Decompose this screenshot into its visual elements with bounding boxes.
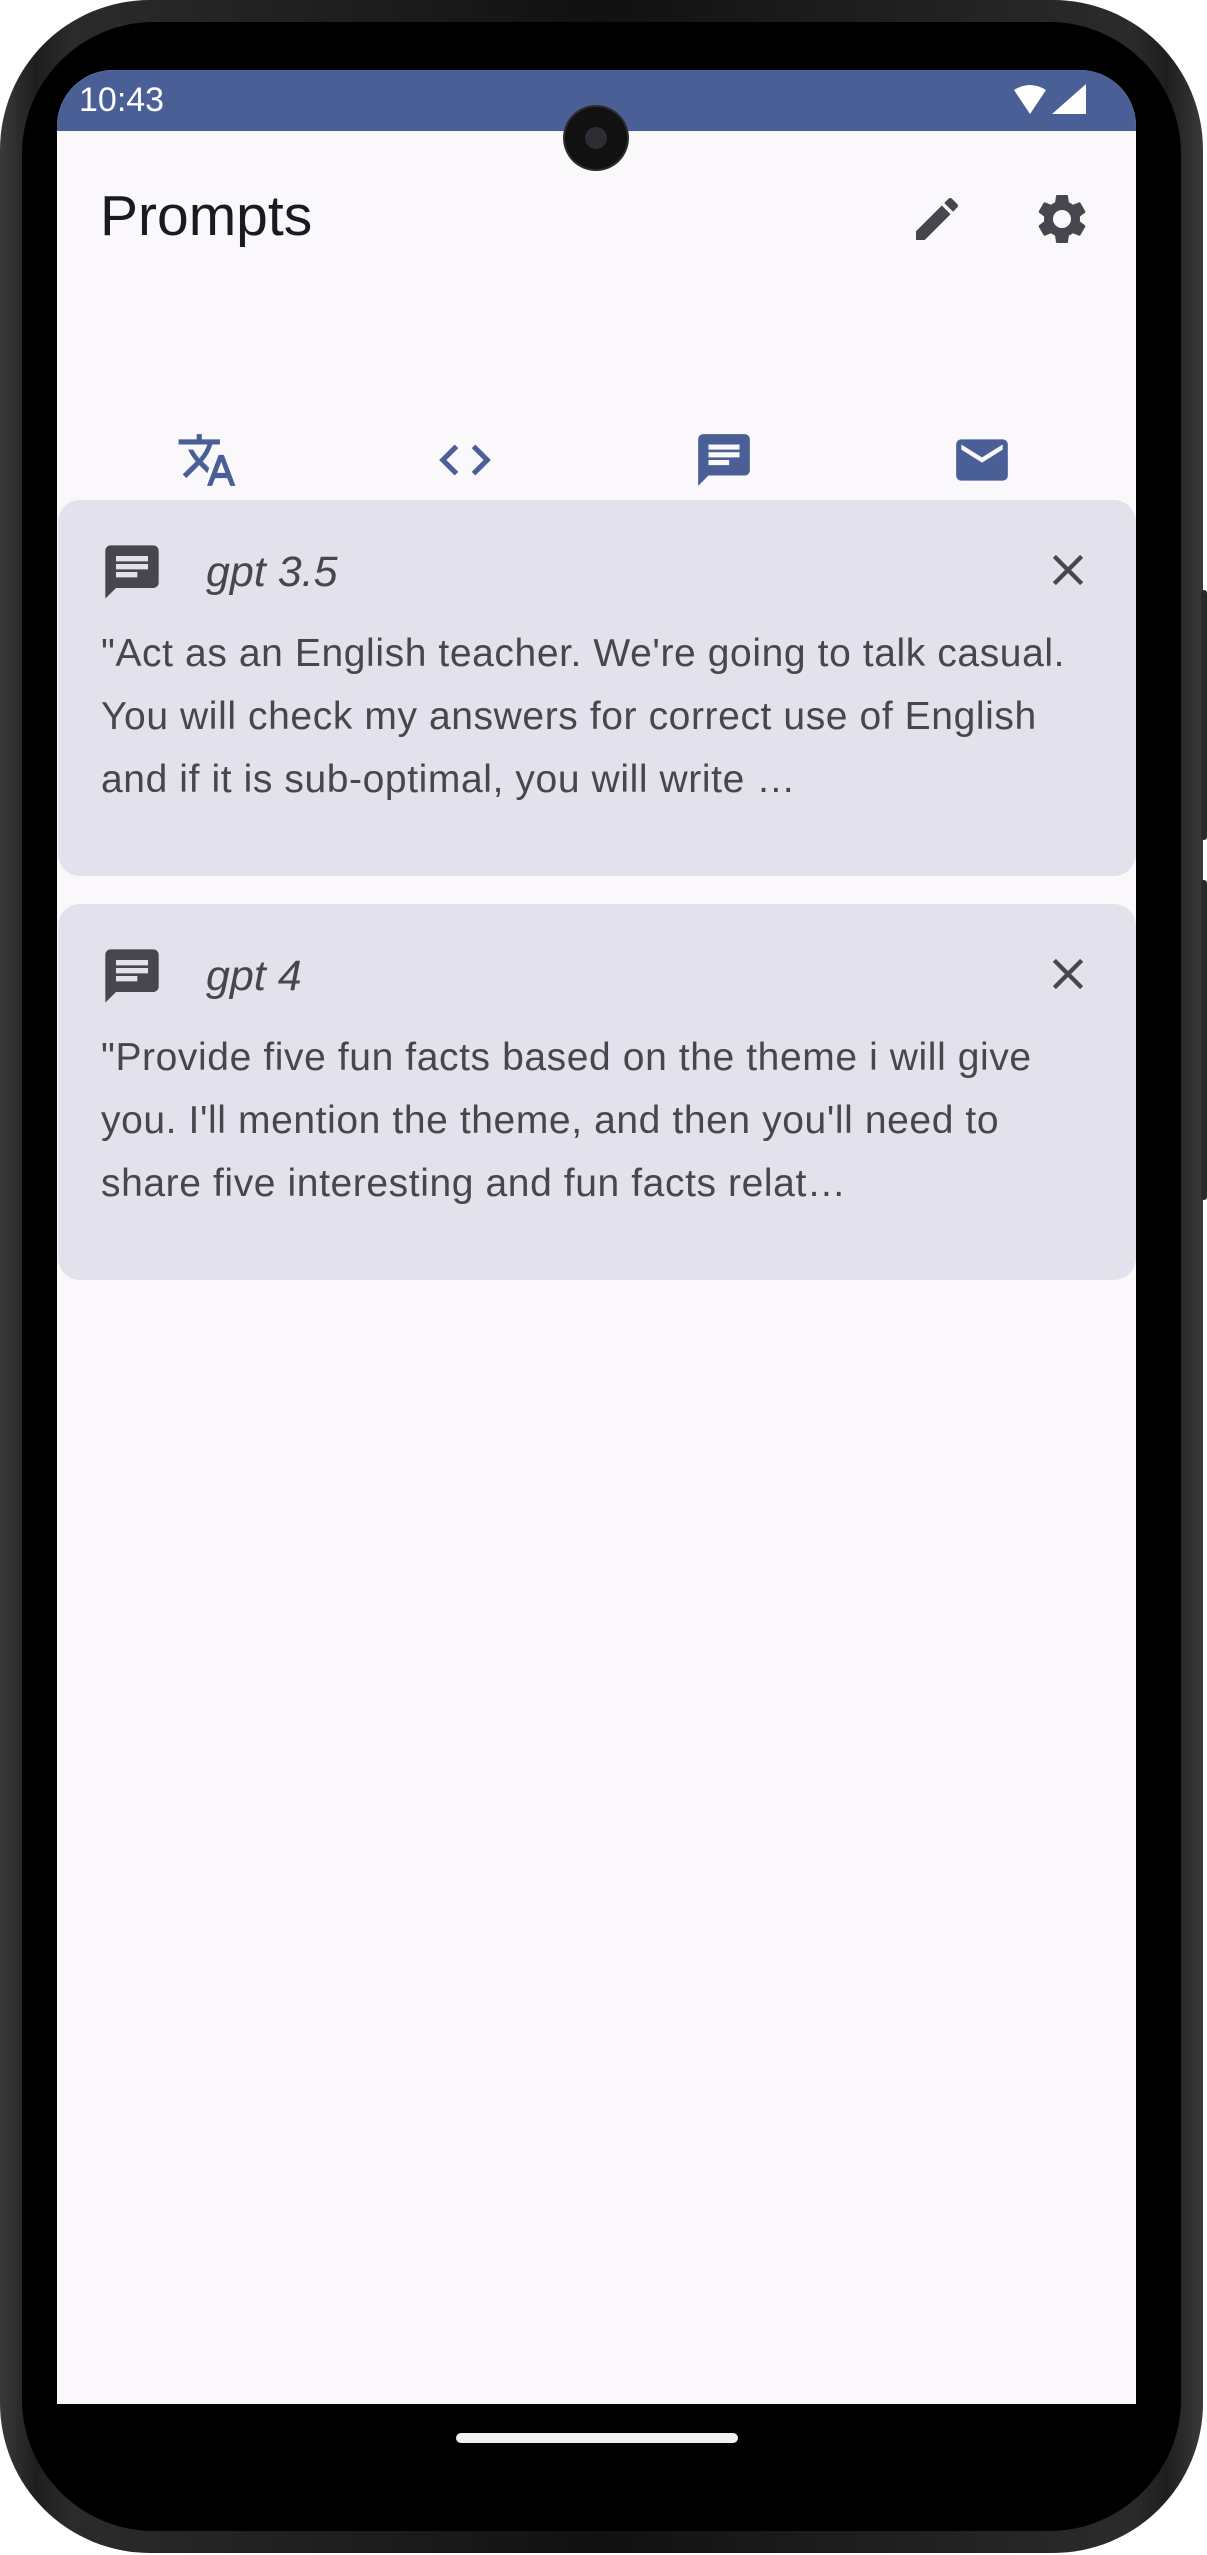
home-gesture-handle[interactable] [456, 2433, 738, 2443]
status-time: 10:43 [79, 81, 165, 119]
signal-icon [1052, 84, 1086, 114]
translate-icon [178, 434, 236, 486]
tab-translate[interactable] [78, 408, 336, 512]
chat-icon [105, 545, 159, 599]
prompt-text: "Act as an English teacher. We're going … [101, 632, 1066, 801]
settings-icon [1038, 194, 1086, 243]
front-camera [565, 107, 627, 169]
volume-button [1201, 590, 1207, 840]
mail-icon [956, 439, 1008, 481]
power-button [1201, 880, 1207, 1200]
edit-button[interactable] [902, 184, 972, 254]
prompt-model: gpt 4 [206, 952, 302, 1000]
tab-mail[interactable] [853, 408, 1111, 512]
status-icons [1014, 84, 1086, 114]
prompt-model: gpt 3.5 [206, 548, 338, 596]
settings-button[interactable] [1027, 184, 1097, 254]
tab-code[interactable] [336, 408, 594, 512]
tab-chat[interactable] [595, 408, 853, 512]
screen: 10:43 Prompts gpt 3.5 "Act as an English… [57, 70, 1136, 2465]
wifi-icon [1014, 85, 1046, 114]
edit-icon [916, 197, 959, 240]
delete-prompt-button[interactable] [1036, 942, 1100, 1006]
code-icon [439, 444, 491, 476]
tab-bar [78, 408, 1115, 514]
close-icon [1052, 554, 1084, 586]
prompt-card[interactable]: gpt 3.5 "Act as an English teacher. We'r… [58, 500, 1136, 876]
delete-prompt-button[interactable] [1036, 538, 1100, 602]
close-icon [1052, 958, 1084, 990]
page-title: Prompts [100, 184, 313, 248]
prompt-card[interactable]: gpt 4 "Provide five fun facts based on t… [58, 904, 1136, 1280]
device-frame: 10:43 Prompts gpt 3.5 "Act as an English… [0, 0, 1207, 2555]
chat-icon [698, 434, 750, 486]
prompt-text: "Provide five fun facts based on the the… [101, 1036, 1032, 1205]
chat-icon [105, 949, 159, 1003]
